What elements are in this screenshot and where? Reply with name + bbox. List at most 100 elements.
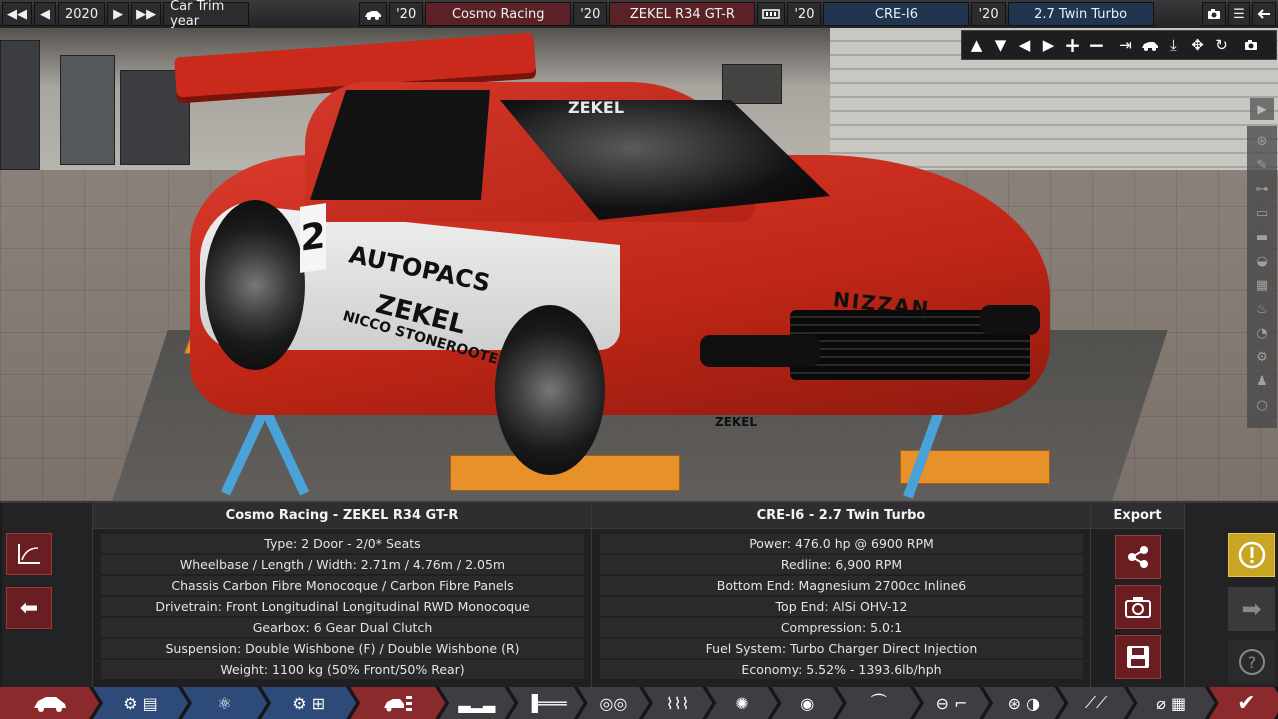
screenshot-icon[interactable]	[1202, 2, 1226, 26]
align-right-icon[interactable]: ⇥	[1114, 33, 1137, 57]
warning-button[interactable]	[1228, 533, 1275, 577]
save-button[interactable]	[1115, 635, 1161, 679]
engine-family-year: '20	[787, 2, 822, 26]
variant-year: '20	[971, 2, 1006, 26]
design-stage-tabs: ⚙ ▤ ⚛ ⚙ ⊞ ▃▂▃ ▐═══ ◎◎ ⌇⌇⌇ ✺ ◉ ⏜ ⊖ ⌐ ⊛ ◑ …	[0, 687, 1278, 719]
tab-steering[interactable]: ⊛ ◑	[983, 687, 1064, 719]
bumper-decal: ZEKEL	[715, 415, 758, 429]
camera-left-icon[interactable]: ◀	[1013, 33, 1036, 57]
trim-year: '20	[573, 2, 608, 26]
engine-spec-row: Top End: AlSi OHV-12	[600, 597, 1083, 616]
tab-engine-family[interactable]: ⚙ ▤	[93, 687, 188, 719]
camera-up-icon[interactable]: ▲	[965, 33, 988, 57]
gauge-view-icon[interactable]: ◔	[1250, 322, 1274, 344]
tab-aero[interactable]: ⏜	[837, 687, 920, 719]
tab-brakes[interactable]: ◉	[772, 687, 843, 719]
car-spec-row: Chassis Carbon Fibre Monocoque / Carbon …	[101, 576, 584, 595]
tab-car-model[interactable]	[0, 687, 99, 719]
windshield-decal: ZEKEL	[568, 98, 625, 117]
left-controls: ⬅	[2, 503, 92, 689]
engine-icon[interactable]	[757, 2, 786, 26]
help-button[interactable]: ?	[1228, 640, 1275, 684]
engine-spec-row: Compression: 5.0:1	[600, 618, 1083, 637]
model-name-selector[interactable]: Cosmo Racing	[425, 2, 572, 26]
camera-controls: ▲ ▼ ◀ ▶ + − ⇥ ⤓ ✥ ↻	[961, 30, 1277, 60]
share-button[interactable]	[1115, 535, 1161, 579]
lower-car-icon[interactable]: ⤓	[1162, 33, 1185, 57]
engine-spec-row: Power: 476.0 hp @ 6900 RPM	[600, 534, 1083, 553]
wheel-view-icon[interactable]: ⊛	[1250, 130, 1274, 152]
rotate-axis-icon[interactable]: ✥	[1186, 33, 1209, 57]
part-view-toolbar: ⊛ ✎ ⊶ ▭ ▬ ◒ ▦ ♨ ◔ ⚙ ♟ ○	[1247, 126, 1277, 428]
seat-view-icon[interactable]: ♨	[1250, 298, 1274, 320]
tab-engine-top-end[interactable]: ⚙ ⊞	[261, 687, 356, 719]
car-spec-row: Gearbox: 6 Gear Dual Clutch	[101, 618, 584, 637]
play-icon[interactable]: ▶	[1250, 98, 1274, 120]
tab-fuel[interactable]: ⟋⟋	[1058, 687, 1133, 719]
body-view-icon[interactable]: ◒	[1250, 250, 1274, 272]
tab-chassis[interactable]: ▃▂▃	[439, 687, 514, 719]
circle-view-icon[interactable]: ○	[1250, 394, 1274, 416]
photo-mode-icon[interactable]	[1239, 33, 1262, 57]
tab-body[interactable]: ◎◎	[578, 687, 649, 719]
camera-right-icon[interactable]: ▶	[1037, 33, 1060, 57]
tab-finish[interactable]: ✔	[1209, 687, 1278, 719]
car-model-icon[interactable]	[359, 2, 388, 26]
vent-view-icon[interactable]: ▦	[1250, 274, 1274, 296]
trim-year-label: Car Trim year	[163, 0, 250, 29]
car-spec-row: Drivetrain: Front Longitudinal Longitudi…	[101, 597, 584, 616]
zoom-in-icon[interactable]: +	[1061, 33, 1084, 57]
filing-cabinet	[60, 55, 115, 165]
car-spec-row: Suspension: Double Wishbone (F) / Double…	[101, 639, 584, 658]
engine-spec-row: Fuel System: Turbo Charger Direct Inject…	[600, 639, 1083, 658]
previous-year-fast-button[interactable]: ◀◀	[2, 2, 32, 26]
tab-wheels[interactable]: ✺	[706, 687, 777, 719]
front-wheel	[495, 305, 605, 475]
tab-drivetrain[interactable]: ▐═══	[508, 687, 583, 719]
svg-text:?: ?	[1247, 653, 1256, 672]
car-summary-title: Cosmo Racing - ZEKEL R34 GT-R	[93, 503, 591, 529]
spark-plug-view-icon[interactable]: ✎	[1250, 154, 1274, 176]
car-view-icon[interactable]	[1138, 33, 1161, 57]
engine-variant-selector[interactable]: 2.7 Twin Turbo	[1007, 2, 1154, 26]
year-value: 2020	[58, 2, 106, 26]
next-year-fast-button[interactable]: ▶▶	[131, 2, 162, 26]
gear-view-icon[interactable]: ⚙	[1250, 346, 1274, 368]
headlight	[980, 305, 1040, 335]
export-photo-button[interactable]	[1115, 585, 1161, 629]
bumper-view-icon[interactable]: ▬	[1250, 226, 1274, 248]
next-year-button[interactable]: ▶	[107, 2, 130, 26]
top-bar: ◀◀ ◀ 2020 ▶ ▶▶ Car Trim year '20 Cosmo R…	[0, 0, 1278, 29]
export-title: Export	[1091, 503, 1184, 529]
info-panel: ⬅ Cosmo Racing - ZEKEL R34 GT-R Type: 2 …	[0, 501, 1278, 689]
exit-icon[interactable]	[1252, 2, 1276, 26]
zoom-out-icon[interactable]: −	[1085, 33, 1108, 57]
tab-interior[interactable]: ⊖ ⌐	[914, 687, 989, 719]
engine-spec-row: Redline: 6,900 RPM	[600, 555, 1083, 574]
menu-icon[interactable]: ☰	[1228, 2, 1250, 26]
car-viewport[interactable]: 2 AUTOPACS ZEKEL NICCO STONEROOTE NIZZAN…	[0, 0, 1278, 501]
axle-view-icon[interactable]: ⊶	[1250, 178, 1274, 200]
trim-name-selector[interactable]: ZEKEL R34 GT-R	[609, 2, 756, 26]
tab-car-trim[interactable]	[350, 687, 445, 719]
tab-test-track[interactable]: ⌀ ▦	[1128, 687, 1215, 719]
previous-year-button[interactable]: ◀	[34, 2, 56, 26]
chart-axis-button[interactable]	[6, 533, 52, 575]
next-button[interactable]: ➡	[1228, 587, 1275, 631]
car-spec-row: Wheelbase / Length / Width: 2.71m / 4.76…	[101, 555, 584, 574]
car-spec-row: Type: 2 Door - 2/0* Seats	[101, 534, 584, 553]
back-button[interactable]: ⬅	[6, 587, 52, 629]
tab-engine-block[interactable]: ⚛	[182, 687, 267, 719]
headlight	[700, 335, 820, 367]
race-car[interactable]: 2 AUTOPACS ZEKEL NICCO STONEROOTE NIZZAN…	[170, 32, 1070, 480]
camera-down-icon[interactable]: ▼	[989, 33, 1012, 57]
race-number: 2	[300, 203, 326, 273]
tab-suspension[interactable]: ⌇⌇⌇	[643, 687, 712, 719]
chassis-view-icon[interactable]: ▭	[1250, 202, 1274, 224]
reset-rotation-icon[interactable]: ↻	[1210, 33, 1233, 57]
engine-family-selector[interactable]: CRE-I6	[823, 2, 970, 26]
rear-wheel	[205, 200, 305, 370]
driver-view-icon[interactable]: ♟	[1250, 370, 1274, 392]
export-panel: Export	[1090, 503, 1184, 689]
engine-spec-row: Economy: 5.52% - 1393.6lb/hph	[600, 660, 1083, 679]
